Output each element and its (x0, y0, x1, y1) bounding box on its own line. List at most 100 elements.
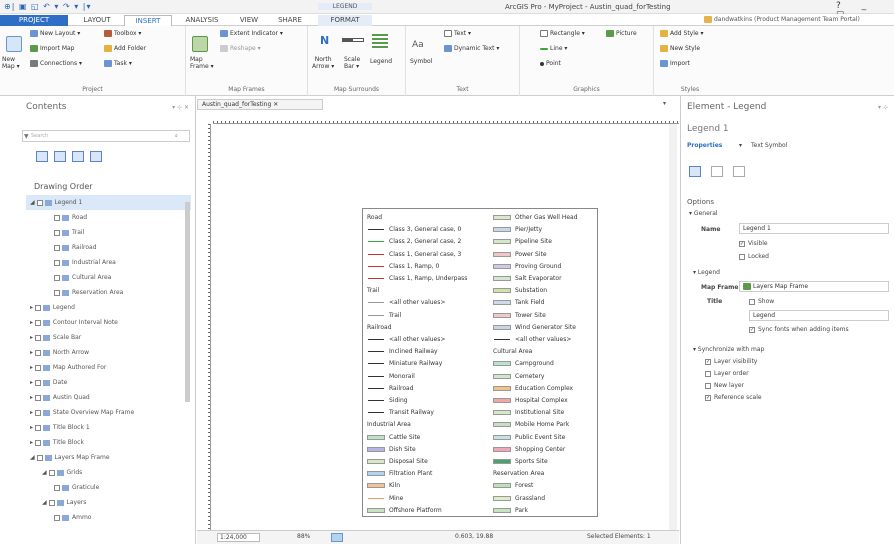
visibility-checkbox[interactable] (48, 469, 55, 476)
arrangement-tab-icon[interactable] (733, 166, 745, 177)
toc-item[interactable]: ◢ Legend 1 (26, 195, 191, 210)
layer-visibility-checkbox[interactable]: ✓ Layer visibility (705, 358, 757, 365)
map-frame-select[interactable]: Layers Map Frame (739, 281, 889, 292)
rectangle-button[interactable]: Rectangle ▾ (540, 30, 585, 37)
tab-insert[interactable]: INSERT (124, 15, 172, 26)
line-button[interactable]: Line ▾ (540, 45, 567, 52)
layout-page[interactable]: Road Class 3, General case, 0 Class 2, Gen… (217, 128, 675, 528)
visible-checkbox[interactable]: ✓ Visible (739, 240, 768, 247)
visibility-checkbox[interactable] (54, 274, 60, 281)
visibility-checkbox[interactable] (54, 514, 60, 521)
zoom-icon[interactable] (331, 533, 343, 542)
toc-item[interactable]: Graticule (26, 480, 191, 495)
toc-item[interactable]: Industrial Area (26, 255, 191, 270)
tab-share[interactable]: SHARE (270, 15, 310, 26)
reference-scale-checkbox[interactable]: ✓ Reference scale (705, 394, 762, 401)
connections-button[interactable]: Connections ▾ (30, 60, 82, 67)
scale-bar-button[interactable]: Scale Bar ▾ (344, 56, 360, 70)
general-section[interactable]: ▾ General (689, 210, 718, 217)
visibility-checkbox[interactable] (34, 409, 41, 416)
toc-item[interactable]: Road (26, 210, 191, 225)
toc-item[interactable]: Cultural Area (26, 270, 191, 285)
pane-controls[interactable]: ▾ ⊹ ✕ (172, 104, 189, 111)
tab-project[interactable]: PROJECT (0, 15, 68, 26)
toc-item[interactable]: ▸ Austin Quad (26, 390, 191, 405)
picture-button[interactable]: Picture (606, 30, 637, 37)
tab-view[interactable]: VIEW (232, 15, 266, 26)
sync-fonts-checkbox[interactable]: ✓ Sync fonts when adding items (749, 326, 849, 333)
signed-in-user[interactable]: dandwatkins (Product Management Team Por… (704, 16, 860, 23)
import-map-button[interactable]: Import Map (30, 45, 74, 52)
visibility-checkbox[interactable] (34, 349, 41, 356)
toc-item[interactable]: ▸ Date (26, 375, 191, 390)
toc-item[interactable]: ▸ Legend (26, 300, 191, 315)
show-title-checkbox[interactable]: Show (749, 298, 774, 305)
tab-menu-icon[interactable]: ▾ (663, 100, 666, 107)
legend-element[interactable]: Road Class 3, General case, 0 Class 2, Gen… (362, 208, 598, 517)
tab-format[interactable]: FORMAT (318, 15, 372, 26)
text-button[interactable]: Text ▾ (444, 30, 471, 37)
toc-item[interactable]: ◢ Layers (26, 495, 191, 510)
pane-controls[interactable]: ▾ ⊹ (878, 104, 888, 111)
toc-item[interactable]: Ammo (26, 510, 191, 525)
import-style-button[interactable]: Import (660, 60, 690, 67)
list-by-source-icon[interactable] (54, 151, 66, 162)
toc-item[interactable]: Trail (26, 225, 191, 240)
toc-item[interactable]: ▸ Scale Bar (26, 330, 191, 345)
tab-analysis[interactable]: ANALYSIS (176, 15, 228, 26)
add-style-button[interactable]: Add Style ▾ (660, 30, 704, 37)
visibility-checkbox[interactable] (54, 259, 60, 266)
visibility-checkbox[interactable] (54, 289, 60, 296)
layout-scrollbar[interactable] (669, 124, 677, 530)
toc-item[interactable]: ▸ Title Block 1 (26, 420, 191, 435)
visibility-checkbox[interactable] (34, 394, 41, 401)
toolbox-button[interactable]: Toolbox ▾ (104, 30, 141, 37)
map-frame-button[interactable]: Map Frame ▾ (190, 56, 214, 70)
name-input[interactable]: Legend 1 (739, 223, 889, 234)
chevron-down-icon[interactable]: ▾ (739, 142, 742, 149)
tab-properties[interactable]: Properties (687, 142, 722, 149)
visibility-checkbox[interactable] (54, 244, 60, 251)
visibility-checkbox[interactable] (34, 304, 41, 311)
list-by-selection-icon[interactable] (72, 151, 84, 162)
visibility-checkbox[interactable] (54, 484, 60, 491)
add-folder-button[interactable]: Add Folder (104, 45, 146, 52)
toc-item[interactable]: ▸ Title Block (26, 435, 191, 450)
toc-item[interactable]: ◢ Layers Map Frame (26, 450, 191, 465)
visibility-checkbox[interactable] (36, 454, 43, 461)
tab-layout[interactable]: LAYOUT (72, 15, 122, 26)
locked-checkbox[interactable]: Locked (739, 253, 769, 260)
point-button[interactable]: Point (540, 60, 561, 67)
filter-icon[interactable]: ▼ (24, 133, 29, 140)
visibility-checkbox[interactable] (34, 379, 41, 386)
visibility-checkbox[interactable] (54, 214, 60, 221)
toc-item[interactable]: ▸ Map Authored For (26, 360, 191, 375)
tab-text-symbol[interactable]: Text Symbol (751, 142, 787, 149)
toc-item[interactable]: ◢ Grids (26, 465, 191, 480)
toc-item[interactable]: Reservation Area (26, 285, 191, 300)
zoom-level[interactable]: 88% (297, 533, 310, 540)
dynamic-text-button[interactable]: Dynamic Text ▾ (444, 45, 499, 52)
toc-item[interactable]: ▸ Contour Interval Note (26, 315, 191, 330)
search-input[interactable]: Search ⌕ (22, 130, 190, 142)
layout-document-tab[interactable]: Austin_quad_forTesting ✕ (197, 99, 323, 110)
toc-scrollbar[interactable] (185, 202, 190, 402)
visibility-checkbox[interactable] (34, 334, 41, 341)
layer-order-checkbox[interactable]: Layer order (705, 370, 749, 377)
new-layer-checkbox[interactable]: New layer (705, 382, 744, 389)
visibility-checkbox[interactable] (34, 319, 41, 326)
items-tab-icon[interactable] (711, 166, 723, 177)
north-arrow-button[interactable]: North Arrow ▾ (312, 56, 334, 70)
visibility-checkbox[interactable] (34, 439, 41, 446)
visibility-checkbox[interactable] (34, 424, 41, 431)
new-style-button[interactable]: New Style (660, 45, 700, 52)
extent-indicator-button[interactable]: Extent Indicator ▾ (220, 30, 283, 37)
synchronize-section[interactable]: ▾ Synchronize with map (693, 346, 764, 353)
toc-item[interactable]: ▸ North Arrow (26, 345, 191, 360)
list-by-drawing-order-icon[interactable] (36, 151, 48, 162)
new-layout-button[interactable]: New Layout ▾ (30, 30, 80, 37)
symbol-button[interactable]: Symbol (410, 58, 432, 65)
visibility-checkbox[interactable] (48, 499, 55, 506)
quick-access-toolbar[interactable]: ⊕| ▣ ◱ ↶ ▾ ↷ ▾ |▾ (4, 2, 91, 11)
reshape-button[interactable]: Reshape ▾ (220, 45, 261, 52)
